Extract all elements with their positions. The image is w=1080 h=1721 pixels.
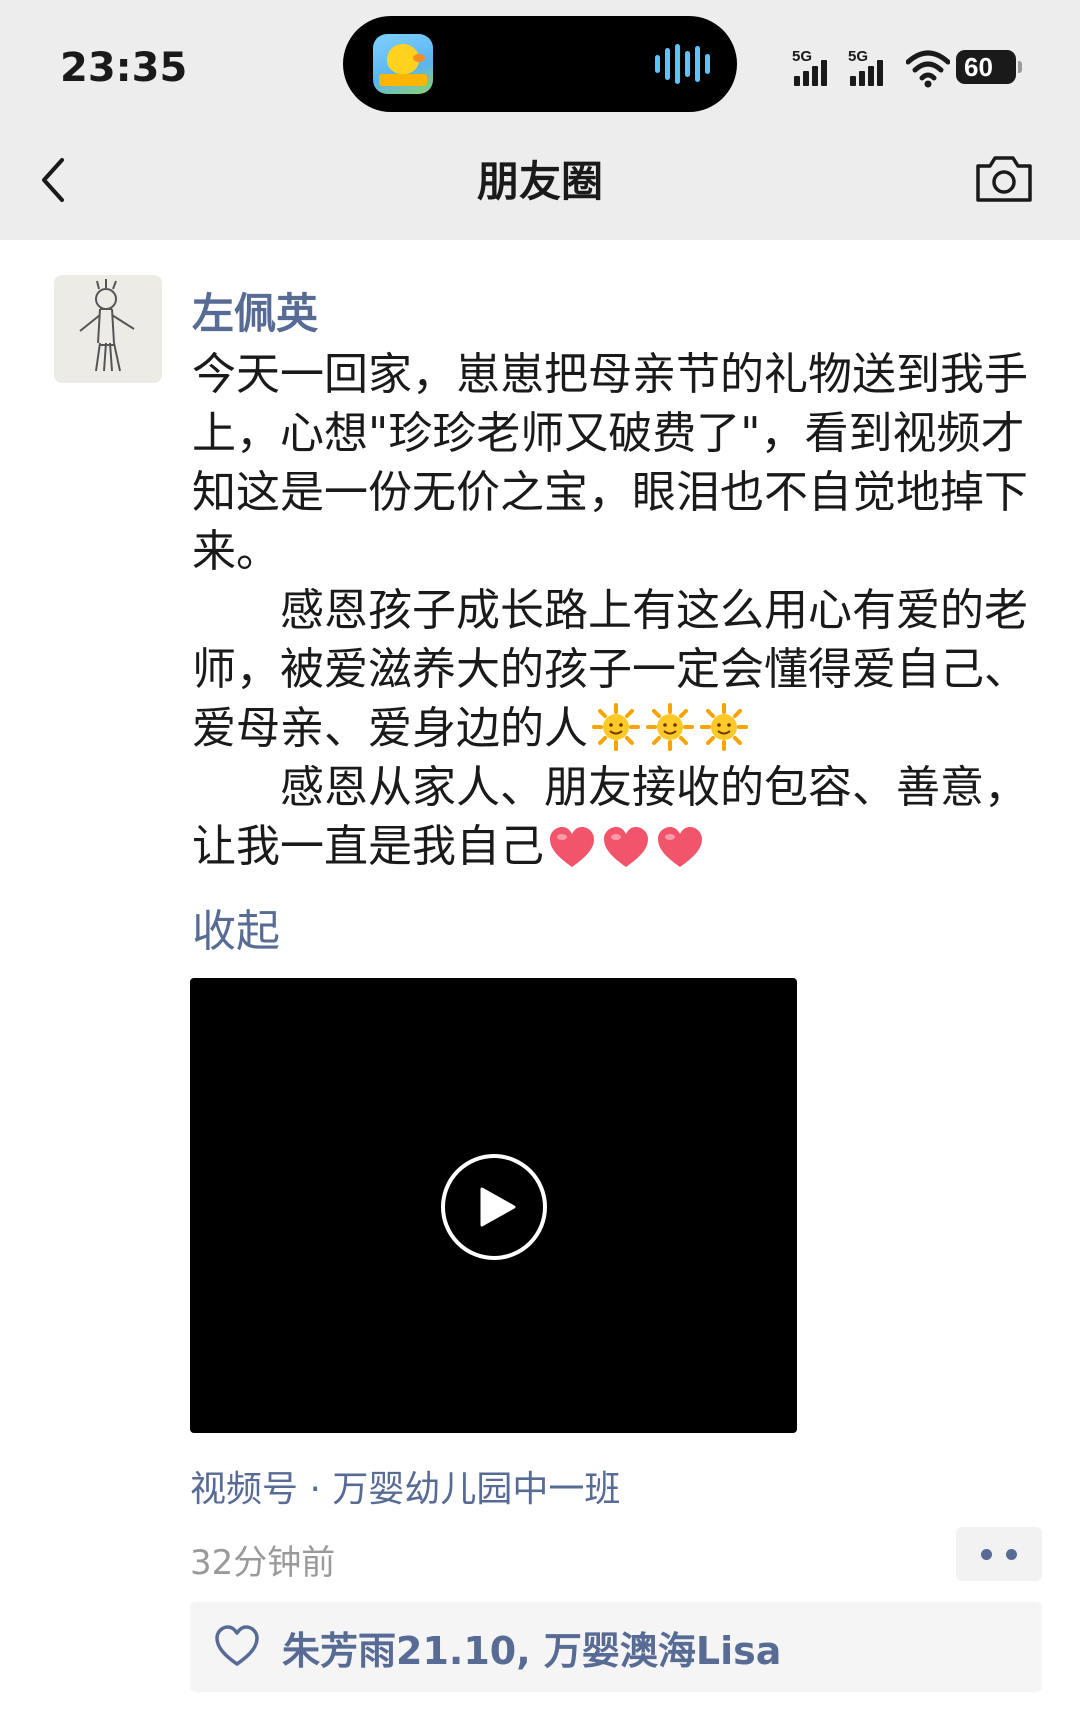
signal-2-icon: 5G xyxy=(848,48,892,86)
battery-icon: 60 xyxy=(956,50,1022,84)
post-paragraph-2: 感恩孩子成长路上有这么用心有爱的老师，被爱滋养大的孩子一定会懂得爱自己、爱母亲、… xyxy=(192,581,1042,758)
likes-names[interactable]: 朱芳雨21.10, 万婴澳海Lisa xyxy=(282,1620,781,1675)
page-title: 朋友圈 xyxy=(476,157,603,206)
wifi-icon xyxy=(906,50,950,88)
post-author[interactable]: 左佩英 xyxy=(192,280,318,341)
signal-1-label: 5G xyxy=(792,48,813,65)
sun-emoji-icon xyxy=(592,703,640,751)
dynamic-island[interactable] xyxy=(343,16,737,112)
post-text: 今天一回家，崽崽把母亲节的礼物送到我手上，心想"珍珍老师又破费了"，看到视频才知… xyxy=(192,345,1042,876)
top-area: 23:35 5G 5G 60 朋友圈 xyxy=(0,0,1080,240)
post-paragraph-3: 感恩从家人、朋友接收的包容、善意，让我一直是我自己 xyxy=(192,758,1042,876)
audio-wave-icon xyxy=(655,44,711,84)
nav-bar: 朋友圈 xyxy=(0,130,1080,240)
more-options-button[interactable] xyxy=(956,1527,1042,1581)
heart-emoji-icon xyxy=(658,827,702,867)
sun-emoji-icon xyxy=(646,703,694,751)
likes-panel: 朱芳雨21.10, 万婴澳海Lisa xyxy=(190,1602,1042,1692)
app-icon-label xyxy=(379,74,427,86)
stick-figure-avatar xyxy=(79,279,135,372)
post-paragraph-1: 今天一回家，崽崽把母亲节的礼物送到我手上，心想"珍珍老师又破费了"，看到视频才知… xyxy=(192,349,1028,577)
dot-icon xyxy=(1006,1549,1017,1560)
sun-emoji-icon xyxy=(700,703,748,751)
avatar[interactable] xyxy=(54,275,162,383)
heart-emoji-row xyxy=(548,825,704,869)
status-bar: 23:35 5G 5G 60 xyxy=(0,0,1080,130)
heart-emoji-icon xyxy=(604,827,648,867)
signal-1-icon: 5G xyxy=(792,48,836,86)
collapse-link[interactable]: 收起 xyxy=(192,895,280,959)
video-source-link[interactable]: 视频号 · 万婴幼儿园中一班 xyxy=(190,1460,620,1512)
play-icon[interactable] xyxy=(440,1153,548,1261)
dot-icon xyxy=(981,1549,992,1560)
video-player[interactable] xyxy=(190,978,797,1433)
post-timestamp: 32分钟前 xyxy=(190,1543,336,1583)
sun-emoji-row xyxy=(592,703,748,751)
signal-2-label: 5G xyxy=(848,48,869,65)
duck-beak xyxy=(413,54,425,62)
heart-emoji-icon xyxy=(550,827,594,867)
app-icon[interactable] xyxy=(373,34,433,94)
status-time: 23:35 xyxy=(60,45,188,91)
heart-outline-icon xyxy=(215,1625,259,1666)
camera-icon[interactable] xyxy=(972,148,1036,208)
